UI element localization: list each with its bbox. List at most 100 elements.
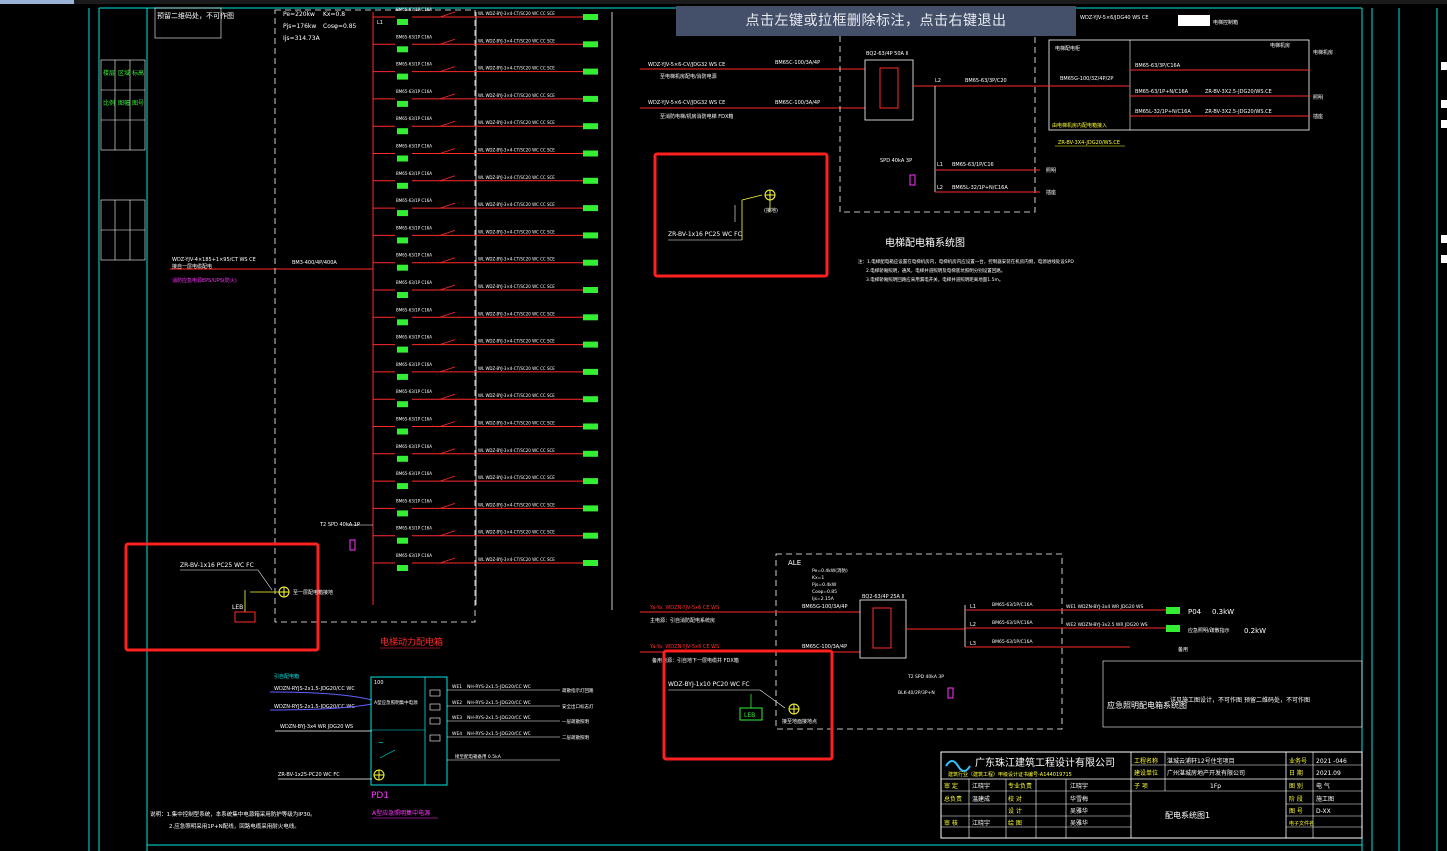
ale-out1-kw: 0.3kW: [1212, 608, 1234, 616]
load-param: Ijs=314.73A: [283, 35, 321, 42]
branch-feeder-text: WL WDZ-BYJ-3×4-CT/SC20 WC CC SCE: [478, 257, 555, 262]
cad-drawing-canvas[interactable]: 楼层 区域 标高 比例 图幅 图号 预留二维码处，不可作图 Pe=220kw K…: [0, 0, 1447, 851]
ale-out1-label: P04: [1188, 608, 1202, 616]
right-legend-b: 电梯机房: [1270, 42, 1290, 49]
title-block-role-cell: 吴雅华: [1070, 819, 1088, 827]
elevator-title: 电梯配电箱系统图: [885, 236, 965, 249]
branch-load-mark: [583, 532, 598, 539]
title-block-role-cell: 江晓宇: [972, 782, 990, 790]
branch-breaker-text: BM65-63/1P C16A: [396, 144, 432, 149]
elevator-note: 2.电梯轿厢照明，通风，电梯井道照明及电梯底坑照明分别设置回路。: [866, 267, 1005, 274]
client-label: 建设单位: [1134, 769, 1158, 777]
right-col-c: BM65L-32/1P+N/C16A: [1135, 109, 1191, 115]
branch-feeder-text: WL WDZ-BYJ-3×4-CT/SC20 WC CC SCE: [478, 448, 555, 453]
ale-breaker-1: BM65G-100/3A/4P: [802, 604, 848, 610]
branch-feeder-text: WL WDZ-BYJ-3×4-CT/SC20 WC CC SCE: [478, 339, 555, 344]
pd1-panel: A型应急照明集中电源: [374, 699, 418, 706]
elevator-out-l1: BM65-63/1P/C16: [952, 162, 994, 168]
right-bottom-cable: ZR-BV-3X4-JDG20/WS.CE: [1058, 140, 1120, 146]
right-bottom-note: 由电梯机房内配电箱接入: [1052, 122, 1107, 129]
ale-leb-note: 接至地面接地点: [782, 718, 817, 725]
ale-leb-label: LEB: [744, 712, 755, 719]
pd1-incoming: WDZN-RYJS-2x1.5-JDG20/CC WC: [274, 686, 355, 692]
pd1-out-cable: NH-RYS-2x1.5-JDG20/CC WC: [467, 684, 531, 690]
elevator-incoming-2: WDZ-YJV-5×6-CV/JDG32 WS CE: [648, 100, 725, 106]
branch-load-mark: [583, 150, 598, 157]
ale-out1-cable: WE1 WDZN-BYJ-3x4 WR JDG20 WS: [1066, 604, 1144, 610]
pd1-out-cable: NH-RYS-2x1.5-JDG20/CC WC: [467, 715, 531, 721]
title-block-role-cell: 温建成: [972, 795, 990, 803]
load-param: Kx=0.8: [323, 11, 345, 18]
branch-breaker-mark: [397, 155, 408, 162]
incoming-note: 消防应急电源EPS/UPS(防火): [172, 277, 237, 284]
elevator-incoming-1: WDZ-YJV-5×6-CV/JDG32 WS CE: [648, 62, 725, 68]
branch-feeder-text: WL WDZ-BYJ-3×4-CT/SC20 WC CC SCE: [478, 175, 555, 180]
branch-row: BM65-63/1P C16A WL WDZ-BYJ-3×4-CT/SC20 WC…: [373, 144, 598, 162]
pd1-out-id: WE2: [452, 700, 462, 706]
branch-feeder-text: WL WDZ-BYJ-3×4-CT/SC20 WC CC SCE: [478, 93, 555, 98]
ale-phase: L1: [970, 604, 976, 610]
title-block-role-cell: 审 核: [944, 819, 958, 827]
branch-feeder-text: WL WDZ-BYJ-3×4-CT/SC20 WC CC SCE: [478, 11, 555, 16]
branch-breaker-text: BM65-63/1P C16A: [396, 62, 432, 67]
ale-incoming-1-note: 主电源：引自消防配电系统房: [650, 617, 715, 624]
pd1-spare: 接至配电箱备用 0.5kA: [455, 753, 502, 760]
branch-row: BM65-63/1P C16A WL WDZ-BYJ-3×4-CT/SC20 WC…: [373, 89, 598, 107]
branch-load-mark: [583, 68, 598, 75]
ale-side-note-2: 详见施工图设计，不可作图: [1170, 696, 1242, 704]
branch-breaker-mark: [397, 428, 408, 435]
pd1-label: PD1: [371, 791, 389, 801]
seal-label: 电子文件名: [1289, 820, 1314, 827]
pd1-leb-cable: ZR-BV-1x25-PC20 WC FC: [278, 772, 340, 778]
ale-out2-breaker: BM65-63/1P/C16A: [992, 620, 1034, 626]
branch-row: BM65-63/1P C16A WL WDZ-BYJ-3×4-CT/SC20 WC…: [373, 116, 598, 135]
pd1-out-row: WE1 NH-RYS-2x1.5-JDG20/CC WC 疏散指示灯回路: [447, 684, 594, 694]
annotation-box-leb-elevator[interactable]: [653, 152, 829, 278]
branch-row: BM65-63/1P C16A WL WDZ-BYJ-3×4-CT/SC20 WC…: [373, 389, 598, 408]
branch-feeder-text: WL WDZ-BYJ-3×4-CT/SC20 WC CC SCE: [478, 475, 555, 480]
ale-param: Pjs=0.4kW: [812, 582, 837, 588]
ruler-label: 比例: [103, 99, 115, 107]
svg-text:~: ~: [378, 739, 384, 747]
ruler-label: 图幅: [118, 99, 130, 107]
title-block-role-cell: 吴雅华: [1070, 807, 1088, 815]
elevator-out-main: BM65-63/3P/C20: [965, 78, 1007, 84]
project-value: 湛城云浦轩12号住宅项目: [1167, 757, 1235, 765]
branch-feeder-text: WL WDZ-BYJ-3×4-CT/SC20 WC CC SCE: [478, 366, 555, 371]
ale-ats: BQ2-63/4P 25A Ⅱ: [862, 594, 904, 600]
branch-breaker-mark: [397, 19, 408, 25]
right-cab-a: ZR-BV-3X2.5-JDG20/WS.CE: [1205, 89, 1272, 95]
branch-breaker-text: BM65-63/1P C16A: [396, 171, 432, 176]
annotation-box-leb-left[interactable]: [124, 542, 320, 652]
branch-load-mark: [583, 396, 598, 403]
branch-row: BM65-63/1P C16A WL WDZ-BYJ-3×4-CT/SC20 WC…: [373, 362, 598, 380]
branch-breaker-mark: [397, 537, 408, 544]
branch-breaker-text: BM65-63/1P C16A: [396, 253, 432, 258]
branch-breaker-mark: [397, 182, 408, 189]
branch-breaker-mark: [397, 237, 408, 244]
title-block-role-cell: 华雪梅: [1070, 795, 1088, 803]
branch-breaker-mark: [397, 346, 408, 353]
pd1-out-label: 一层疏散照明: [562, 718, 589, 725]
elevator-breaker-2: BM65C-100/3A/4P: [775, 100, 820, 106]
branch-row: BM65-63/1P C16A WL WDZ-BYJ-3×4-CT/SC20 WC…: [373, 417, 598, 435]
svg-text:L1: L1: [937, 162, 943, 168]
svg-text:100: 100: [374, 680, 384, 686]
branch-breaker-text: BM65-63/1P C16A: [396, 498, 432, 503]
branch-feeder-text: WL WDZ-BYJ-3×4-CT/SC20 WC CC SCE: [478, 66, 555, 71]
pd1-out-rows: WE1 NH-RYS-2x1.5-JDG20/CC WC 疏散指示灯回路 WE2 NH-…: [447, 684, 594, 741]
ale-phase: L3: [970, 641, 976, 647]
title-block-role-cell: 设 计: [1008, 807, 1022, 815]
ale-param: Kx=1: [812, 575, 824, 581]
branch-load-mark: [583, 505, 598, 512]
incoming-cable: WDZ-YJV-4×185+1×95/CT WS CE: [172, 257, 256, 263]
left-ruler: [100, 59, 146, 261]
elevator-ats: BQ2-63/4P 50A Ⅱ: [866, 51, 908, 57]
ale-phase: L2: [970, 622, 976, 628]
ruler-label: 图号: [132, 100, 144, 107]
branch-row: BM65-63/1P C16A WL WDZ-BYJ-3×4-CT/SC20 WC…: [373, 498, 598, 517]
ruler-label: 楼层: [103, 69, 115, 77]
company-sub: 建筑行业（建筑工程）甲级设计证书编号-A144019715: [948, 771, 1072, 778]
annotation-box-leb-ale[interactable]: [662, 649, 834, 761]
incoming-cable-extra: 接自一层电缆配电: [172, 263, 212, 270]
